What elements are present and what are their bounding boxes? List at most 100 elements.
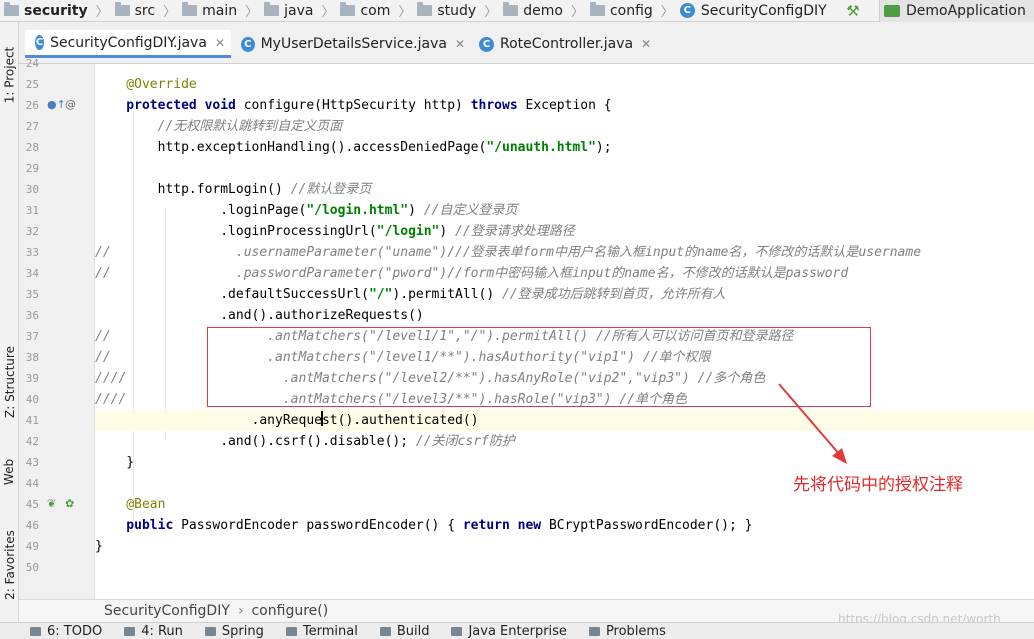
line-number: 49 xyxy=(25,540,39,553)
code-token: Exception { xyxy=(525,98,612,113)
code-line[interactable]: // .antMatchers("/level1/1","/").permitA… xyxy=(95,326,1034,347)
code-line[interactable]: http.exceptionHandling().accessDeniedPag… xyxy=(95,137,1034,158)
code-line[interactable]: public PasswordEncoder passwordEncoder()… xyxy=(95,515,1034,536)
code-token: ).permitAll() xyxy=(392,287,502,302)
breadcrumb-label: demo xyxy=(523,2,563,19)
code-line[interactable]: // .antMatchers("/level1/**").hasAuthori… xyxy=(95,347,1034,368)
close-icon[interactable]: ✕ xyxy=(455,37,465,51)
bottom-tool-label: 6: TODO xyxy=(47,624,103,639)
breadcrumb-item[interactable]: security xyxy=(0,0,94,21)
nav-class-name[interactable]: SecurityConfigDIY xyxy=(104,603,230,619)
line-number: 39 xyxy=(25,372,39,385)
override-marker-icon[interactable]: ●↑ xyxy=(47,98,66,111)
code-token: // .antMatchers("/level1/**").hasAuthori… xyxy=(95,350,711,365)
code-line[interactable]: // .usernameParameter("uname")///登录表单for… xyxy=(95,242,1034,263)
code-line[interactable]: } xyxy=(95,536,1034,557)
tab-myuserdetailsservice[interactable]: C MyUserDetailsService.java ✕ xyxy=(231,30,471,58)
java-class-icon: C xyxy=(679,3,695,18)
tool-window-icon xyxy=(30,627,41,636)
spring-bean-icon[interactable]: ❦ xyxy=(47,497,56,510)
breadcrumb-item[interactable]: src xyxy=(111,0,161,21)
tool-window-project[interactable]: 1: Project xyxy=(0,30,19,120)
breadcrumb-item[interactable]: main xyxy=(178,0,243,21)
code-token: //默认登录页 xyxy=(290,182,372,197)
code-line[interactable]: .and().csrf().disable(); //关闭csrf防护 xyxy=(95,431,1034,452)
line-number: 27 xyxy=(25,120,39,133)
code-token: .loginPage( xyxy=(95,203,307,218)
code-token: "/" xyxy=(368,287,393,302)
folder-icon xyxy=(589,2,605,16)
code-token: // .usernameParameter("uname")///登录表单for… xyxy=(95,245,922,260)
tab-rotecontroller[interactable]: C RoteController.java ✕ xyxy=(469,30,669,58)
code-line[interactable] xyxy=(95,64,1034,74)
code-line[interactable]: @Override xyxy=(95,74,1034,95)
code-line[interactable] xyxy=(95,158,1034,179)
breadcrumb-item[interactable]: demo xyxy=(499,0,569,21)
code-token: .defaultSuccessUrl( xyxy=(95,287,369,302)
bottom-tool-button[interactable]: Java Enterprise xyxy=(451,623,567,639)
code-line[interactable] xyxy=(95,557,1034,578)
nav-method-name[interactable]: configure() xyxy=(251,603,328,619)
line-number: 28 xyxy=(25,141,39,154)
code-line[interactable]: .loginPage("/login.html") //自定义登录页 xyxy=(95,200,1034,221)
bottom-tool-button[interactable]: Problems xyxy=(588,623,666,639)
tool-window-web[interactable]: Web xyxy=(0,442,19,502)
folder-icon xyxy=(417,2,433,16)
line-number: 31 xyxy=(25,204,39,217)
code-line[interactable]: @Bean xyxy=(95,494,1034,515)
tool-window-favorites[interactable]: 2: Favorites xyxy=(0,510,19,620)
build-hammer-icon[interactable]: ⚒ xyxy=(842,0,864,22)
line-number: 46 xyxy=(25,519,39,532)
code-line[interactable]: //无权限默认跳转到自定义页面 xyxy=(95,116,1034,137)
breadcrumb-label: main xyxy=(202,2,238,19)
close-icon[interactable]: ✕ xyxy=(641,37,651,51)
java-class-icon: C xyxy=(35,35,45,50)
code-editor[interactable]: @Override protected void configure(HttpS… xyxy=(95,64,1034,599)
bottom-tool-button[interactable]: 6: TODO xyxy=(30,623,102,639)
line-number: 26 xyxy=(25,99,39,112)
close-icon[interactable]: ✕ xyxy=(215,36,225,50)
bottom-tool-button[interactable]: 4: Run xyxy=(124,623,183,639)
code-line[interactable]: //// .antMatchers("/level3/**").hasRole(… xyxy=(95,389,1034,410)
line-number: 33 xyxy=(25,246,39,259)
breadcrumb-item[interactable]: config xyxy=(586,0,659,21)
code-token: ) xyxy=(408,203,424,218)
line-number: 44 xyxy=(25,477,39,490)
left-tool-strip: 1: Project Z: Structure Web 2: Favorites xyxy=(0,22,19,622)
bottom-tool-button[interactable]: Build xyxy=(379,623,429,639)
tool-window-structure[interactable]: Z: Structure xyxy=(0,322,19,442)
code-line[interactable]: .defaultSuccessUrl("/").permitAll() //登录… xyxy=(95,284,1034,305)
breadcrumb-item[interactable]: study xyxy=(413,0,482,21)
code-line[interactable]: protected void configure(HttpSecurity ht… xyxy=(95,95,1034,116)
bottom-tool-button[interactable]: Terminal xyxy=(285,623,358,639)
folder-icon xyxy=(182,2,198,16)
code-token: protected void xyxy=(95,98,244,113)
code-line[interactable]: .anyRequest().authenticated() xyxy=(95,410,1034,431)
tab-securityconfigdiy[interactable]: C SecurityConfigDIY.java ✕ xyxy=(25,30,231,58)
spring-leaf-icon[interactable]: ✿ xyxy=(65,497,74,510)
code-token: "/unauth.html" xyxy=(486,140,596,155)
code-line[interactable]: .and().authorizeRequests() xyxy=(95,305,1034,326)
code-line[interactable]: .loginProcessingUrl("/login") //登录请求处理路径 xyxy=(95,221,1034,242)
breadcrumb-separator-icon: 〉 xyxy=(163,5,177,20)
code-token: @Bean xyxy=(95,497,166,512)
bottom-tool-label: 4: Run xyxy=(141,624,183,639)
bottom-tool-button[interactable]: Spring xyxy=(204,623,264,639)
breadcrumb-item[interactable]: C SecurityConfigDIY xyxy=(676,0,833,21)
breadcrumb-label: SecurityConfigDIY xyxy=(700,2,827,19)
tool-window-icon xyxy=(124,627,136,636)
annotation-at-icon[interactable]: @ xyxy=(65,98,76,111)
code-token: http.formLogin() xyxy=(95,182,291,197)
code-line[interactable]: //// .antMatchers("/level2/**").hasAnyRo… xyxy=(95,368,1034,389)
tab-label: SecurityConfigDIY.java xyxy=(50,34,207,51)
bottom-tool-bar: 6: TODO 4: Run Spring Terminal Build Java Ent… xyxy=(0,622,1034,639)
bottom-tool-label: Problems xyxy=(605,624,666,639)
code-line[interactable]: http.formLogin() //默认登录页 xyxy=(95,179,1034,200)
java-class-icon: C xyxy=(241,36,255,52)
code-token: throws xyxy=(470,98,526,113)
breadcrumb-item[interactable]: com xyxy=(336,0,396,21)
code-line[interactable]: // .passwordParameter("pword")//form中密码输… xyxy=(95,263,1034,284)
run-configuration-selector[interactable]: DemoApplication xyxy=(879,0,1034,22)
editor-tab-bar: C SecurityConfigDIY.java ✕ C MyUserDetai… xyxy=(19,22,1034,64)
breadcrumb-item[interactable]: java xyxy=(260,0,319,21)
